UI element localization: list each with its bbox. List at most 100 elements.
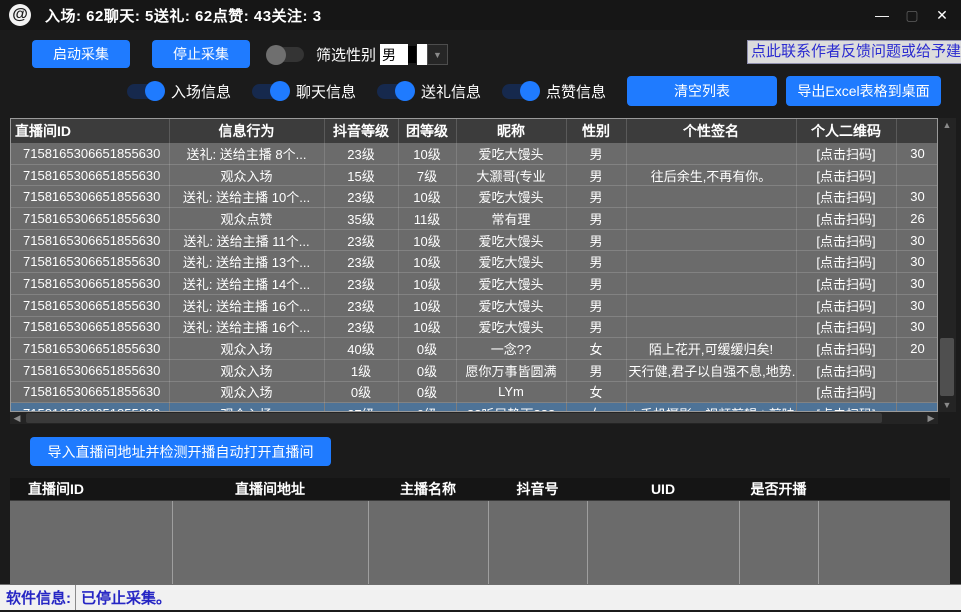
qr-scan-link[interactable]: [点击扫码] (796, 251, 896, 273)
chevron-down-icon[interactable]: ▼ (427, 44, 448, 65)
gift-info-toggle[interactable] (377, 84, 413, 99)
maximize-button[interactable]: ▢ (897, 2, 927, 28)
table-row[interactable]: 7158165306651855630观众点赞35级11级常有理男[点击扫码]2… (11, 208, 938, 230)
header-action[interactable]: 信息行为 (169, 119, 324, 143)
scrollbar-thumb[interactable] (26, 413, 882, 423)
minimize-button[interactable]: — (867, 2, 897, 28)
window-controls: — ▢ ✕ (867, 2, 957, 28)
table-row[interactable]: 7158165306651855630送礼: 送给主播 13个...23级10级… (11, 251, 938, 273)
cell-signature (626, 273, 796, 295)
cell-gender: 男 (566, 164, 626, 186)
cell-fanclub-level: 10级 (398, 294, 456, 316)
cell-gender: 男 (566, 143, 626, 164)
qr-scan-link[interactable]: [点击扫码] (796, 143, 896, 164)
cell-signature: 陌上花开,可缓缓归矣! (626, 338, 796, 360)
clear-list-button[interactable]: 清空列表 (627, 76, 777, 106)
table-row[interactable]: 7158165306651855630送礼: 送给主播 10个...23级10级… (11, 186, 938, 208)
qr-scan-link[interactable]: [点击扫码] (796, 338, 896, 360)
header-room-url[interactable]: 直播间地址 (172, 478, 368, 501)
toggle-entry-info[interactable]: 入场信息 (127, 81, 231, 102)
qr-scan-link[interactable]: [点击扫码] (796, 316, 896, 338)
table-row[interactable]: 7158165306651855630观众入场15级7级大灏哥(专业男往后余生,… (11, 164, 938, 186)
cell-action: 观众点赞 (169, 208, 324, 230)
entry-info-toggle[interactable] (127, 84, 163, 99)
table-row[interactable]: 7158165306651855630观众入场40级0级一念??女陌上花开,可缓… (11, 338, 938, 360)
qr-scan-link[interactable]: [点击扫码] (796, 273, 896, 295)
table-row[interactable]: 7158165306651855630送礼: 送给主播 16个...23级10级… (11, 294, 938, 316)
cell-fanclub-level: 10级 (398, 273, 456, 295)
qr-scan-link[interactable]: [点击扫码] (796, 164, 896, 186)
stop-capture-button[interactable]: 停止采集 (152, 40, 250, 68)
qr-scan-link[interactable]: [点击扫码] (796, 229, 896, 251)
cell-room-id: 7158165306651855630 (11, 381, 169, 403)
cell-extra: 30 (896, 294, 938, 316)
qr-scan-link[interactable]: [点击扫码] (796, 403, 896, 412)
cell-fanclub-level: 10级 (398, 251, 456, 273)
cell-fanclub-level: 0级 (398, 381, 456, 403)
chat-info-toggle[interactable] (252, 84, 288, 99)
contact-author-link[interactable]: 点此联系作者反馈问题或给予建议 (747, 40, 961, 64)
scrollbar-thumb[interactable] (940, 338, 954, 396)
header-streamer-name[interactable]: 主播名称 (368, 478, 488, 501)
table-row[interactable]: 7158165306651855630送礼: 送给主播 16个...23级10级… (11, 316, 938, 338)
header-uid[interactable]: UID (587, 478, 739, 501)
qr-scan-link[interactable]: [点击扫码] (796, 381, 896, 403)
toggle-gift-info[interactable]: 送礼信息 (377, 81, 481, 102)
table-row[interactable]: 7158165306651855630观众入场0级0级LYm女[点击扫码] (11, 381, 938, 403)
header-room-id[interactable]: 直播间ID (10, 478, 172, 501)
cell-room-id: 7158165306651855630 (11, 251, 169, 273)
header-douyin-id[interactable]: 抖音号 (488, 478, 587, 501)
like-info-toggle[interactable] (502, 84, 538, 99)
qr-scan-link[interactable]: [点击扫码] (796, 359, 896, 381)
header-gender[interactable]: 性别 (566, 119, 626, 143)
header-douyin-level[interactable]: 抖音等级 (324, 119, 398, 143)
toggle-chat-info[interactable]: 聊天信息 (252, 81, 356, 102)
start-capture-button[interactable]: 启动采集 (32, 40, 130, 68)
cell-gender: 女 (566, 381, 626, 403)
cell-signature (626, 251, 796, 273)
header-signature[interactable]: 个性签名 (626, 119, 796, 143)
gender-select[interactable]: 男 ▼ (380, 44, 448, 65)
cell-room-id: 7158165306651855630 (11, 316, 169, 338)
cell-douyin-level: 23级 (324, 294, 398, 316)
cell-douyin-level: 23级 (324, 251, 398, 273)
header-nickname[interactable]: 昵称 (456, 119, 566, 143)
header-extra[interactable] (896, 119, 938, 143)
header-room-id[interactable]: 直播间ID (11, 119, 169, 143)
header-qrcode[interactable]: 个人二维码 (796, 119, 896, 143)
cell-gender: 男 (566, 186, 626, 208)
gender-filter-toggle[interactable] (268, 47, 304, 62)
table-row[interactable]: 7158165306651855630观众入场27级0级??听凤静雨???女★手… (11, 403, 938, 412)
table-row[interactable]: 7158165306651855630送礼: 送给主播 11个...23级10级… (11, 229, 938, 251)
cell-nickname: 爱吃大馒头 (456, 316, 566, 338)
cell-nickname: 爱吃大馒头 (456, 186, 566, 208)
cell-nickname: 爱吃大馒头 (456, 294, 566, 316)
scroll-right-icon[interactable]: ▶ (924, 412, 938, 424)
table-row[interactable]: 7158165306651855630观众入场1级0级愿你万事皆圆满男天行健,君… (11, 359, 938, 381)
header-is-live[interactable]: 是否开播 (739, 478, 818, 501)
table-row[interactable]: 7158165306651855630送礼: 送给主播 8个...23级10级爱… (11, 143, 938, 164)
cell-fanclub-level: 10级 (398, 186, 456, 208)
header-fanclub-level[interactable]: 团等级 (398, 119, 456, 143)
header-blank (818, 478, 950, 501)
scroll-left-icon[interactable]: ◀ (10, 412, 24, 424)
toggle-like-info[interactable]: 点赞信息 (502, 81, 606, 102)
import-room-url-button[interactable]: 导入直播间地址并检测开播自动打开直播间 (30, 437, 331, 466)
scroll-up-icon[interactable]: ▲ (938, 118, 956, 132)
vertical-scrollbar[interactable]: ▲ ▼ (938, 118, 956, 412)
cell-room-id: 7158165306651855630 (11, 273, 169, 295)
scroll-down-icon[interactable]: ▼ (938, 398, 956, 412)
cell-douyin-level: 23级 (324, 143, 398, 164)
status-label: 软件信息: (0, 585, 76, 610)
toggle-label: 入场信息 (171, 81, 231, 102)
qr-scan-link[interactable]: [点击扫码] (796, 208, 896, 230)
qr-scan-link[interactable]: [点击扫码] (796, 186, 896, 208)
cell-signature (626, 294, 796, 316)
cell-fanclub-level: 0级 (398, 359, 456, 381)
close-button[interactable]: ✕ (927, 2, 957, 28)
horizontal-scrollbar[interactable]: ◀ ▶ (10, 412, 938, 424)
qr-scan-link[interactable]: [点击扫码] (796, 294, 896, 316)
cell-extra: 30 (896, 186, 938, 208)
table-row[interactable]: 7158165306651855630送礼: 送给主播 14个...23级10级… (11, 273, 938, 295)
export-excel-button[interactable]: 导出Excel表格到桌面 (786, 76, 941, 106)
